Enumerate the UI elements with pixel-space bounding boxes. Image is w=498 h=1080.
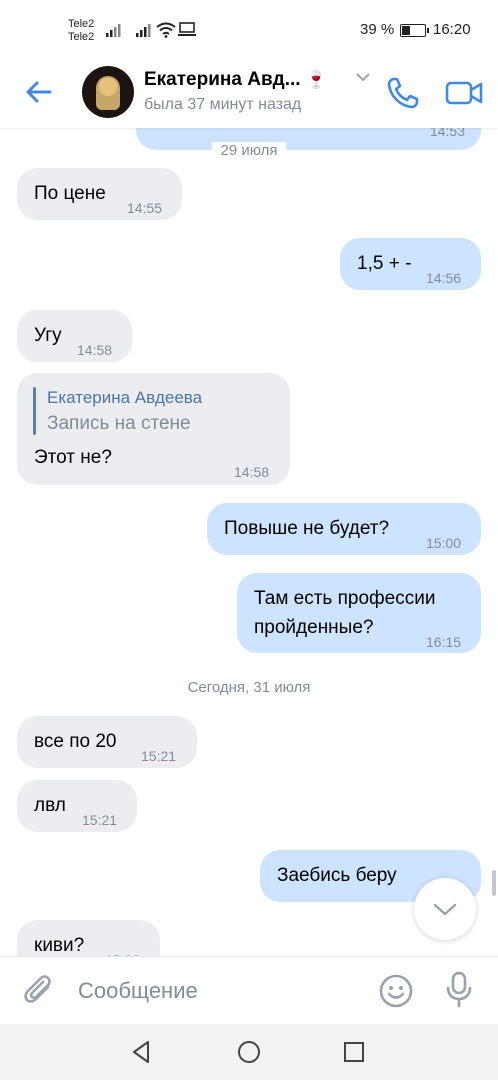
battery-percent: 39 % (360, 21, 395, 38)
contact-name-text: Екатерина Авд... (144, 69, 301, 90)
date-label: 29 июля (212, 142, 286, 159)
carrier-labels: Tele2 Tele2 (68, 18, 94, 44)
battery-icon (400, 24, 429, 37)
wifi-icon (156, 22, 176, 38)
chevron-down-icon (433, 903, 457, 916)
status-bar: Tele2 Tele2 39 % 16:20 (0, 0, 498, 60)
message-time: 14:55 (127, 200, 163, 216)
message-text: все по 20 (34, 731, 117, 752)
date-separator: 29 июля (0, 142, 498, 159)
message-text: Заебись беру (277, 865, 397, 886)
quote-text[interactable]: Запись на стене (47, 411, 191, 437)
paperclip-icon[interactable] (22, 973, 56, 1009)
wine-emoji: 🍷 (305, 70, 327, 89)
avatar[interactable] (82, 66, 134, 118)
message-text: Повыше не будет? (224, 518, 390, 539)
battery-fill (402, 26, 411, 35)
message-time: 16:15 (426, 634, 462, 650)
signal-1-icon (106, 24, 121, 37)
phone-icon[interactable] (384, 74, 422, 112)
message-outgoing[interactable]: Повыше не будет? 15:00 (207, 503, 481, 555)
message-incoming[interactable]: По цене 14:55 (17, 168, 182, 220)
message-text: лвл (34, 795, 66, 816)
scrollbar[interactable] (492, 870, 496, 896)
chat-header: Екатерина Авд... 🍷 была 37 минут назад (0, 60, 498, 128)
message-text: Этот не? (34, 447, 112, 468)
message-incoming[interactable]: все по 20 15:21 (17, 716, 197, 768)
message-text-line1: Там есть профессии (254, 588, 436, 609)
message-text-line2: пройденные? (254, 617, 374, 638)
message-time: 14:56 (426, 270, 462, 286)
message-text: Угу (34, 325, 62, 346)
message-time: 15:21 (82, 812, 118, 828)
quote-author[interactable]: Екатерина Авдеева (47, 385, 202, 411)
message-text: киви? (34, 935, 85, 956)
chevron-down-icon[interactable] (356, 72, 370, 82)
last-seen-status: была 37 минут назад (144, 96, 302, 113)
smiley-icon[interactable] (378, 973, 414, 1009)
video-camera-icon[interactable] (444, 74, 484, 112)
message-time: 15:22 (105, 947, 140, 956)
message-incoming[interactable]: Угу 14:58 (17, 310, 132, 362)
message-time: 15:21 (141, 748, 177, 764)
message-list[interactable]: 14:53 29 июля По цене 14:55 1,5 + - 14:5… (0, 128, 498, 956)
message-text: По цене (34, 183, 106, 204)
microphone-icon[interactable] (444, 971, 474, 1009)
carrier-1: Tele2 (68, 18, 95, 30)
message-incoming[interactable]: лвл 15:21 (17, 780, 137, 832)
message-outgoing[interactable]: Там есть профессии пройденные? 16:15 (237, 573, 481, 653)
contact-name[interactable]: Екатерина Авд... 🍷 (144, 69, 327, 91)
scroll-to-bottom-button[interactable] (414, 878, 476, 940)
system-nav-bar (0, 1024, 498, 1080)
message-outgoing[interactable]: 1,5 + - 14:56 (340, 238, 481, 290)
message-incoming-with-quote[interactable]: Екатерина Авдеева Запись на стене Этот н… (17, 373, 290, 485)
back-arrow-icon[interactable] (22, 75, 56, 109)
message-composer (0, 956, 498, 1024)
nav-home-icon[interactable] (235, 1038, 263, 1066)
clock: 16:20 (433, 21, 471, 38)
nav-recents-icon[interactable] (340, 1038, 368, 1066)
message-incoming[interactable]: киви? 15:22 (17, 920, 160, 956)
message-time: 14:58 (234, 464, 270, 480)
message-text: 1,5 + - (357, 253, 412, 274)
message-time: 15:00 (426, 535, 462, 551)
signal-2-icon (136, 24, 151, 37)
carrier-2: Tele2 (68, 31, 95, 43)
quote-bar (33, 387, 36, 435)
message-time: 14:58 (77, 342, 113, 358)
message-input[interactable] (78, 975, 358, 1007)
nav-back-icon[interactable] (128, 1038, 156, 1066)
date-separator: Сегодня, 31 июля (187, 679, 311, 696)
screen-cast-icon (178, 22, 196, 36)
